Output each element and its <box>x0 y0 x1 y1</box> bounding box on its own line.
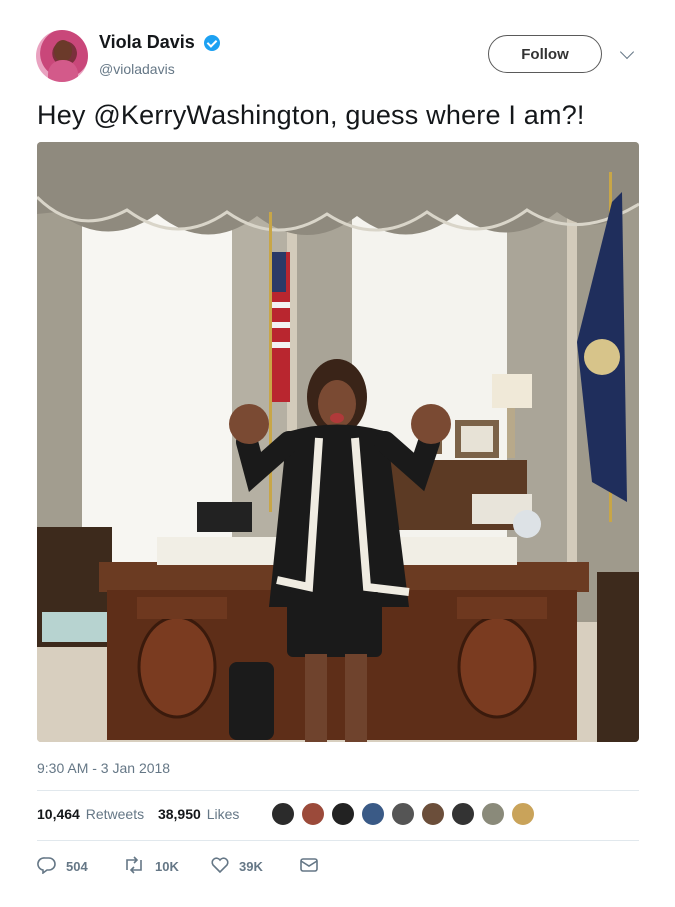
liker-avatar[interactable] <box>300 801 326 827</box>
reply-icon <box>37 856 57 877</box>
like-count: 39K <box>239 858 263 874</box>
follow-button[interactable]: Follow <box>488 35 602 73</box>
tweet-timestamp[interactable]: 9:30 AM - 3 Jan 2018 <box>37 760 170 776</box>
author-handle[interactable]: @violadavis <box>99 61 175 77</box>
divider <box>37 840 639 841</box>
tweet-photo[interactable] <box>37 142 639 742</box>
liker-avatar[interactable] <box>360 801 386 827</box>
author-name[interactable]: Viola Davis <box>99 32 195 53</box>
chevron-down-icon[interactable] <box>619 44 635 60</box>
tweet-card: Viola Davis @violadavis Follow Hey @Kerr… <box>0 0 675 907</box>
avatar-body <box>48 60 78 82</box>
direct-message-button[interactable] <box>299 855 328 877</box>
liker-avatar[interactable] <box>480 801 506 827</box>
reply-button[interactable]: 504 <box>37 855 88 877</box>
retweets-count[interactable]: 10,464 <box>37 806 80 822</box>
divider <box>37 790 639 791</box>
liker-avatar[interactable] <box>420 801 446 827</box>
heart-icon <box>210 856 230 877</box>
liker-avatar[interactable] <box>450 801 476 827</box>
retweet-count: 10K <box>155 858 179 874</box>
liker-avatar[interactable] <box>330 801 356 827</box>
retweet-icon <box>122 855 146 877</box>
photo-illustration <box>37 142 639 742</box>
like-button[interactable]: 39K <box>210 855 263 877</box>
likes-count[interactable]: 38,950 <box>158 806 201 822</box>
likes-label[interactable]: Likes <box>207 806 240 822</box>
liker-avatar[interactable] <box>270 801 296 827</box>
retweets-label[interactable]: Retweets <box>86 806 144 822</box>
liker-avatar[interactable] <box>510 801 536 827</box>
author-avatar[interactable] <box>36 30 88 82</box>
avatar-face <box>54 40 72 62</box>
liker-avatar[interactable] <box>390 801 416 827</box>
verified-badge-icon <box>204 35 220 51</box>
tweet-text: Hey @KerryWashington, guess where I am?! <box>37 100 585 130</box>
reply-count: 504 <box>66 858 88 874</box>
retweet-button[interactable]: 10K <box>122 855 179 877</box>
envelope-icon <box>299 856 319 877</box>
engagement-stats: 10,464 Retweets 38,950 Likes <box>37 806 241 822</box>
